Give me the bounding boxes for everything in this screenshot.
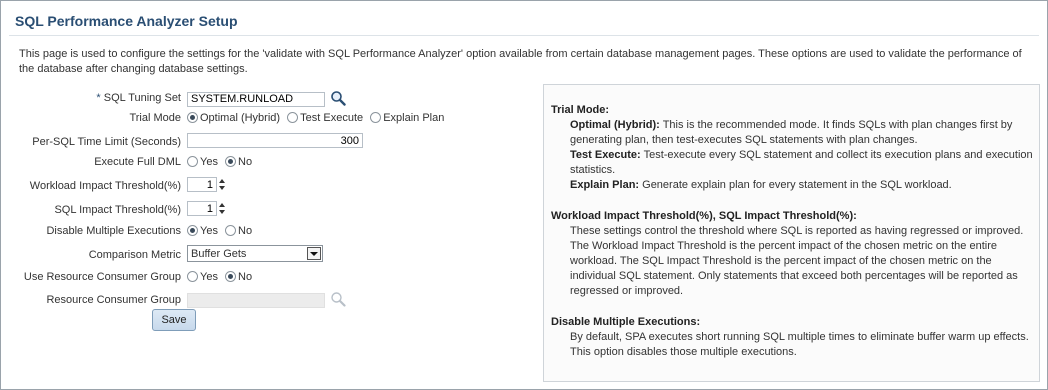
execute-full-dml-options: Yes No	[187, 156, 256, 168]
tuning-set-input[interactable]	[187, 91, 325, 107]
use-rcg-options: Yes No	[187, 271, 256, 283]
disable-multiple-label: Disable Multiple Executions	[46, 225, 181, 237]
trial-mode-explain-plan-radio[interactable]	[370, 112, 382, 123]
time-limit-input[interactable]	[187, 133, 363, 148]
execute-full-dml-yes-label: Yes	[200, 156, 218, 168]
trial-mode-options: Optimal (Hybrid) Test Execute Explain Pl…	[187, 112, 448, 124]
help-threshold-desc: These settings control the threshold whe…	[570, 225, 1024, 297]
tuning-set-label-text: SQL Tuning Set	[103, 92, 181, 104]
execute-full-dml-no-label: No	[238, 156, 253, 168]
rcg-input[interactable]	[187, 292, 325, 308]
disable-multiple-yes-radio[interactable]	[187, 225, 198, 236]
help-test-item: Test Execute: Test-execute every SQL sta…	[551, 148, 1033, 178]
execute-full-dml-yes-radio[interactable]	[187, 156, 198, 167]
help-explain-desc: Generate explain plan for every statemen…	[639, 179, 952, 191]
required-marker: *	[96, 92, 101, 104]
help-panel: Trial Mode: Optimal (Hybrid): This is th…	[543, 84, 1040, 382]
use-rcg-yes-radio[interactable]	[187, 271, 198, 282]
help-trial-heading: Trial Mode:	[551, 104, 610, 116]
trial-mode-label: Trial Mode	[129, 112, 181, 124]
trial-mode-optimal-label: Optimal (Hybrid)	[200, 112, 281, 124]
trial-mode-explain-plan-label: Explain Plan	[383, 112, 445, 124]
use-rcg-yes-label: Yes	[200, 271, 218, 283]
help-explain-term: Explain Plan:	[570, 179, 640, 191]
trial-mode-test-execute-radio[interactable]	[287, 112, 299, 123]
comparison-metric-select[interactable]: Buffer Gets	[187, 245, 323, 262]
use-rcg-no-radio[interactable]	[225, 271, 237, 282]
sql-threshold-stepper[interactable]	[218, 201, 227, 216]
disable-multiple-options: Yes No	[187, 225, 256, 237]
workload-threshold-stepper[interactable]	[218, 177, 227, 192]
help-test-term: Test Execute:	[570, 149, 641, 161]
time-limit-label: Per-SQL Time Limit (Seconds)	[32, 136, 181, 148]
disable-multiple-no-label: No	[238, 225, 253, 237]
page-description: This page is used to configure the setti…	[19, 48, 1022, 75]
sql-threshold-input[interactable]	[187, 201, 217, 216]
search-icon[interactable]	[330, 291, 346, 307]
page-title: SQL Performance Analyzer Setup	[15, 13, 238, 29]
page-frame: SQL Performance Analyzer Setup This page…	[0, 0, 1048, 390]
comparison-metric-label: Comparison Metric	[88, 249, 181, 261]
trial-mode-optimal-radio[interactable]	[187, 112, 198, 123]
trial-mode-test-execute-label: Test Execute	[300, 112, 364, 124]
comparison-metric-value: Buffer Gets	[191, 247, 247, 260]
workload-threshold-spinner	[187, 177, 227, 192]
help-threshold-heading: Workload Impact Threshold(%), SQL Impact…	[551, 210, 857, 222]
search-icon[interactable]	[330, 90, 346, 106]
sql-threshold-label: SQL Impact Threshold(%)	[54, 204, 181, 216]
help-explain-item: Explain Plan: Generate explain plan for …	[551, 178, 1033, 193]
save-button[interactable]: Save	[152, 309, 196, 331]
workload-threshold-label: Workload Impact Threshold(%)	[29, 180, 181, 192]
help-disable-desc: By default, SPA executes short running S…	[570, 331, 1029, 358]
use-rcg-label: Use Resource Consumer Group	[23, 271, 181, 283]
sql-threshold-spinner	[187, 201, 227, 216]
help-disable-heading: Disable Multiple Executions:	[551, 316, 701, 328]
execute-full-dml-no-radio[interactable]	[225, 156, 237, 167]
use-rcg-no-label: No	[238, 271, 253, 283]
help-optimal-term: Optimal (Hybrid):	[570, 119, 660, 131]
disable-multiple-no-radio[interactable]	[225, 225, 237, 236]
help-optimal-item: Optimal (Hybrid): This is the recommende…	[551, 118, 1033, 148]
rcg-label: Resource Consumer Group	[46, 294, 181, 306]
workload-threshold-input[interactable]	[187, 177, 217, 192]
title-divider	[9, 35, 1039, 36]
execute-full-dml-label: Execute Full DML	[94, 156, 181, 168]
tuning-set-label: * SQL Tuning Set	[96, 92, 181, 104]
chevron-down-icon[interactable]	[307, 247, 321, 260]
disable-multiple-yes-label: Yes	[200, 225, 218, 237]
